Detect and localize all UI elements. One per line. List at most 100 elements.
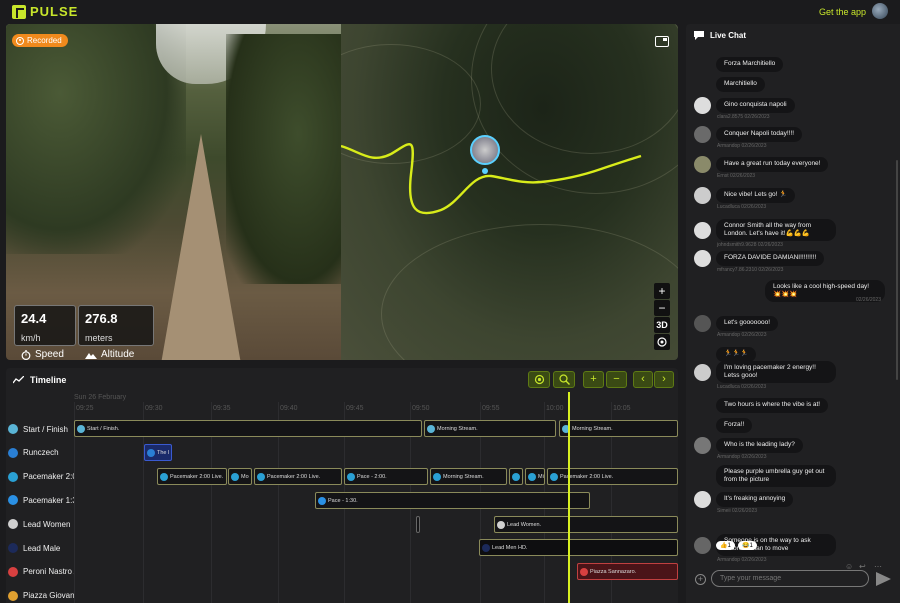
segment-lead-men[interactable]: Lead Men HD. [479,539,678,556]
user-avatar[interactable] [872,3,888,19]
chat-message[interactable]: Who is the leading lady? [694,437,803,454]
locate-icon [534,374,544,385]
segment-pacemaker[interactable]: Mi [525,468,545,485]
chat-user-avatar[interactable] [694,363,711,381]
timeline-row-label[interactable]: Piazza Giovanni [8,589,74,603]
chat-message-meta: Armandop 02/26/2023 [717,143,767,149]
chat-user-avatar[interactable] [694,126,711,143]
stream-icon [77,424,85,433]
chat-user-avatar[interactable] [694,491,711,508]
segment-pacemaker[interactable]: Pacemaker 2:00 Live. [157,468,227,485]
chat-message[interactable]: Let's gooooooo! [694,315,779,332]
zoom-fit-button[interactable] [553,371,575,388]
timeline-prev-button[interactable]: ‹ [633,371,653,388]
expand-map-icon[interactable] [655,36,669,47]
segment-pacemaker[interactable]: Pace - 2:00. [344,468,428,485]
target-icon [657,337,667,347]
timeline-row-label[interactable]: Runczech [8,446,74,460]
rider-marker[interactable] [470,135,500,165]
chat-message[interactable]: Nice vibe! Lets go! 🏃 [694,187,796,204]
chat-message[interactable]: Gino conquista napoli [694,97,795,114]
chat-message[interactable]: I'm loving pacemaker 2 energy!! Letss go… [694,361,836,384]
timeline-row-label[interactable]: Lead Women [8,517,74,531]
logo-text: PULSE [30,4,79,19]
send-icon[interactable] [876,572,891,586]
stream-icon [318,496,326,505]
segment-morning-stream[interactable]: Morning Stream. [559,420,678,437]
row-label-text: Pacemaker 2:00 [23,472,74,482]
tick-label: 09:40 [280,405,298,412]
3d-toggle-button[interactable]: 3D [654,317,670,333]
chat-message-list[interactable]: Forza Marchitiello Marchitiello Gino conqu… [686,48,893,582]
chat-input-area: + [694,570,894,592]
segment-runczech[interactable]: The l [144,444,172,461]
recenter-button[interactable] [654,334,670,350]
chat-bubble: Forza!! [716,418,753,433]
row-label-text: Piazza Giovanni [23,591,74,601]
speed-unit: km/h [21,333,41,343]
chat-scrollbar[interactable] [896,160,898,380]
timeline-row-label[interactable]: Pacemaker 1:30 [8,493,74,507]
row-label-text: Start / Finish [23,424,68,434]
timeline-row-label[interactable]: Lead Male [8,541,74,555]
chat-message[interactable]: FORZA DAVIDE DAMIANI!!!!!!!!! [694,250,825,267]
segment-start-finish[interactable]: Start / Finish. [74,420,422,437]
chat-user-avatar[interactable] [694,536,711,554]
zoom-out-button[interactable]: − [654,300,670,316]
timeline-row-label[interactable]: Peroni Nastro Azzurro [8,565,74,579]
stream-avatar-icon [8,566,18,577]
reaction-thumbs-up[interactable]: 👍1 [716,541,735,550]
chat-message-meta: Lucadluca 02/26/2023 [717,384,767,390]
chat-message-meta: Armandop 02/26/2023 [717,332,767,338]
chat-user-avatar[interactable] [694,315,711,332]
timeline-row-label[interactable]: Pacemaker 2:00 [8,470,74,484]
stopwatch-icon [21,349,31,360]
recorded-badge: Recorded [12,34,68,47]
add-attachment-icon[interactable]: + [695,574,706,585]
segment-pacemaker[interactable]: Pacemaker 2:00 Live. [254,468,342,485]
chat-message-meta: mfrancy7.86.2310 02/26/2023 [717,267,784,273]
segment-pacemaker[interactable]: Mo [228,468,252,485]
chat-user-avatar[interactable] [694,187,711,204]
chat-message[interactable]: Please purple umbrella guy get out from … [694,465,836,488]
stream-icon [482,543,490,552]
segment-pacemaker[interactable]: Morning Stream. [430,468,507,485]
reaction-laugh[interactable]: 😂1 [738,541,757,550]
segment-marker[interactable] [416,516,420,533]
chat-message[interactable]: Connor Smith all the way from London. Le… [694,219,836,242]
chat-message[interactable]: It's freaking annoying [694,491,794,508]
chat-message[interactable]: Conquer Napoli today!!!! [694,126,803,143]
chat-user-avatar[interactable] [694,97,711,114]
route-map[interactable] [341,24,678,360]
locate-button[interactable] [528,371,550,388]
row-label-text: Lead Women [23,519,71,529]
chat-message[interactable]: Marchitiello [694,76,765,93]
pulse-logo[interactable]: PULSE [12,4,78,19]
chat-message[interactable]: Have a great run today everyone! [694,156,829,173]
chat-message[interactable]: Two hours is where the vibe is at! [694,397,829,414]
stream-icon [160,472,168,481]
segment-pacemaker[interactable] [509,468,523,485]
segment-lead-women[interactable]: Lead Women. [494,516,678,533]
chat-message[interactable]: Forza!! [694,417,753,434]
timeline-next-button[interactable]: › [654,371,674,388]
timeline-zoom-out-button[interactable]: − [606,371,627,388]
segment-pacemaker[interactable]: Pacemaker 2:00 Live. [547,468,678,485]
chat-message-input[interactable] [711,570,869,587]
timeline-playhead[interactable] [568,392,570,603]
get-the-app-link[interactable]: Get the app [819,7,866,17]
chat-user-avatar[interactable] [694,221,711,239]
chat-user-avatar[interactable] [694,250,711,267]
chat-user-avatar[interactable] [694,437,711,454]
segment-pace-1-30[interactable]: Pace - 1:30. [315,492,590,509]
zoom-in-button[interactable]: + [654,283,670,299]
timeline-row-label[interactable]: Start / Finish [8,422,74,436]
chat-user-avatar[interactable] [694,156,711,173]
segment-morning-stream[interactable]: Morning Stream. [424,420,556,437]
segment-piazza-sannazaro[interactable]: Piazza Sannazaro. [577,563,678,580]
chat-message[interactable]: Forza Marchitiello [694,56,784,73]
tick-label: 10:05 [613,405,631,412]
timeline-zoom-in-button[interactable]: + [583,371,604,388]
stream-icon [528,472,536,481]
stream-icon [550,472,558,481]
